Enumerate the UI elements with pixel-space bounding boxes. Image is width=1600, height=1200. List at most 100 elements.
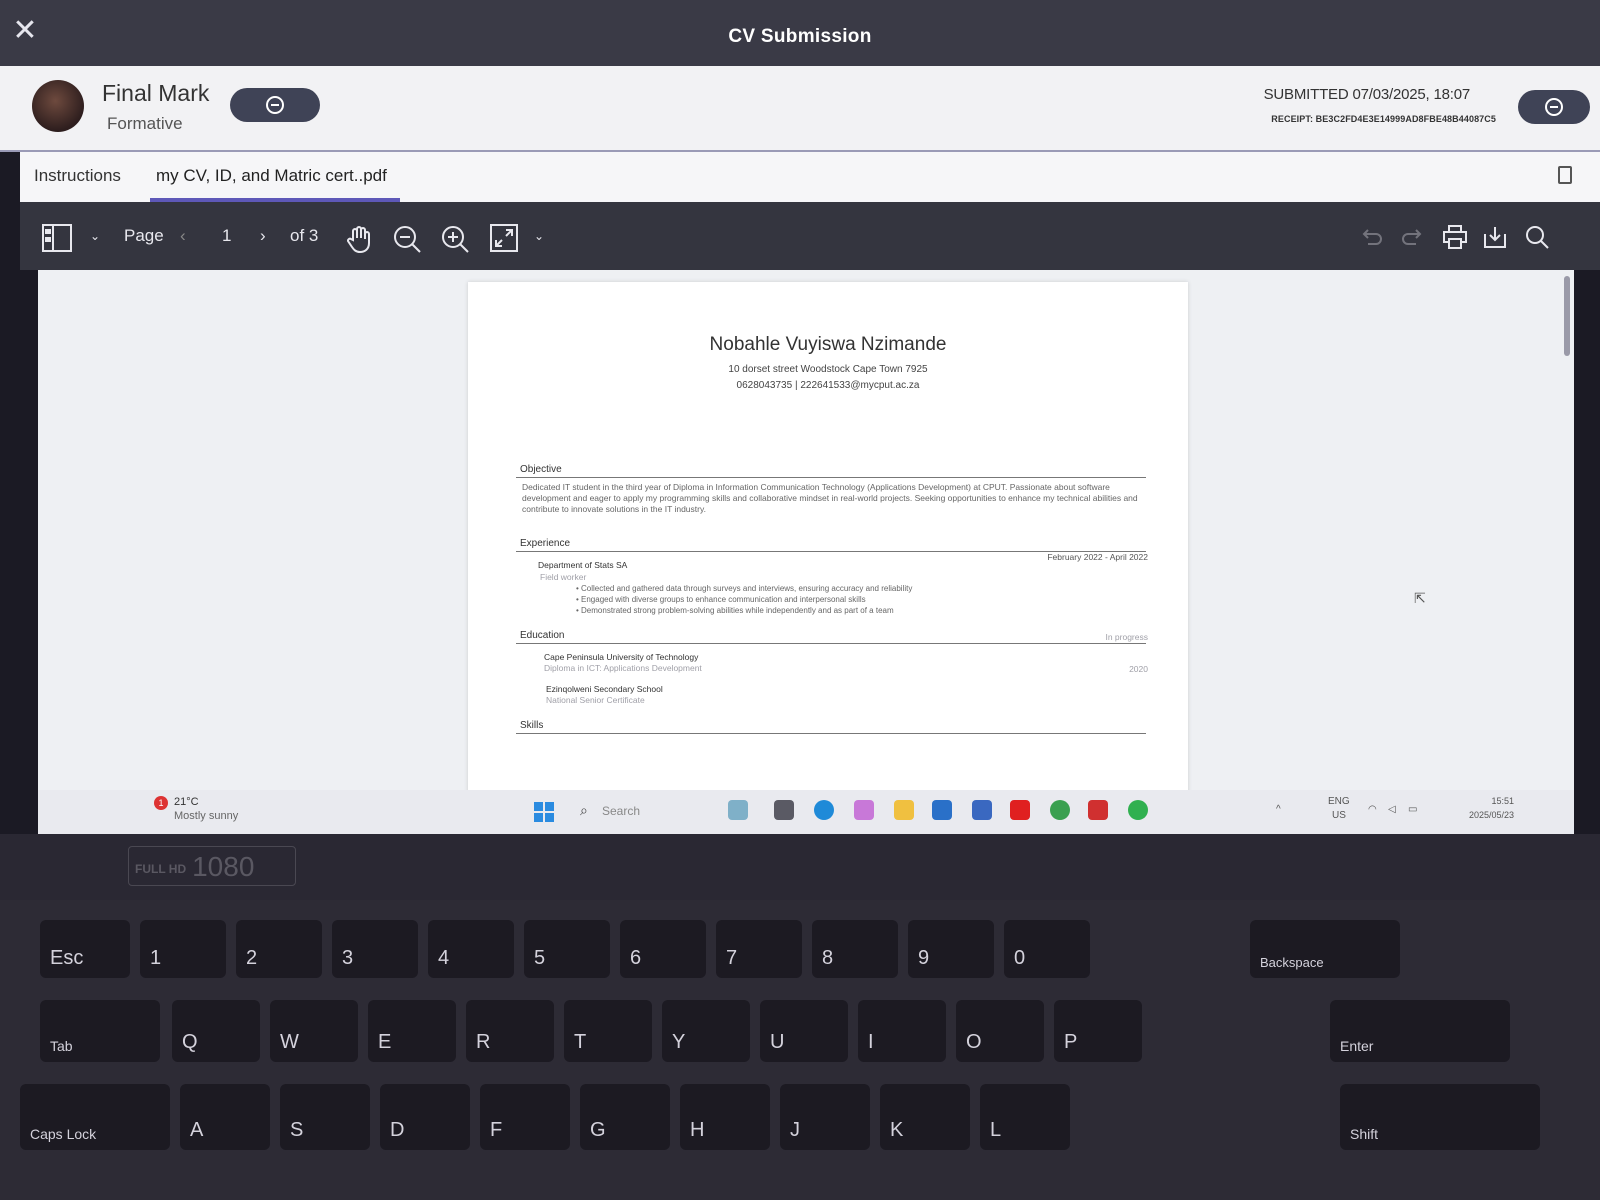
document-viewer[interactable]: Nobahle Vuyiswa Nzimande 10 dorset stree… [38,270,1574,790]
tab-cv-pdf[interactable]: my CV, ID, and Matric cert..pdf [156,166,387,186]
receipt-code: RECEIPT: BE3C2FD4E3E14999AD8FBE48B44087C… [1271,114,1496,124]
page-total: of 3 [290,226,319,245]
collapse-submission-button[interactable] [1518,90,1590,124]
keyboard-key: S [280,1084,370,1150]
keyboard-key: L [980,1084,1070,1150]
youtube-icon[interactable] [1010,800,1030,820]
keyboard-key: 6 [620,920,706,978]
powerpoint-icon[interactable] [1088,800,1108,820]
education-detail: National Senior Certificate [546,695,645,705]
next-page-button[interactable]: › [260,224,266,248]
cv-address: 10 dorset street Woodstock Cape Town 792… [728,364,928,375]
keyboard-key: Shift [1340,1084,1540,1150]
file-explorer-icon[interactable] [894,800,914,820]
window-title: CV Submission [728,26,872,47]
keyboard-key: Esc [40,920,130,978]
avatar [32,80,84,132]
windows-start-icon[interactable] [534,802,554,822]
language-indicator[interactable]: ENG [1328,796,1350,807]
collapse-mark-button[interactable] [230,88,320,122]
taskbar-search-icon[interactable]: ⌕ [580,802,588,819]
copilot-icon[interactable] [854,800,874,820]
title-bar: ✕ CV Submission [0,0,1600,66]
experience-bullet: • Engaged with diverse groups to enhance… [576,595,866,604]
section-divider [516,643,1146,644]
keyboard-key: K [880,1084,970,1150]
laptop-keyboard: Esc 1 2 3 4 5 6 7 8 9 0 Backspace Tab Q … [0,900,1600,1200]
tab-bar: Instructions my CV, ID, and Matric cert.… [20,152,1600,202]
keyboard-key: 5 [524,920,610,978]
edge-browser-icon[interactable] [814,800,834,820]
education-status: 2020 [1129,664,1148,674]
keyboard-key: Tab [40,1000,160,1062]
section-skills-title: Skills [520,720,544,731]
sidebar-dropdown-icon[interactable]: ⌄ [90,224,100,248]
redo-icon[interactable] [1400,224,1424,248]
keyboard-key: Q [172,1000,260,1062]
hand-tool-icon[interactable] [344,224,374,254]
weather-temperature[interactable]: 21°C [174,796,199,808]
chrome-icon[interactable] [1050,800,1070,820]
keyboard-key: E [368,1000,456,1062]
zoom-out-icon[interactable] [392,224,422,254]
experience-bullet: • Demonstrated strong problem-solving ab… [576,606,894,615]
keyboard-key: W [270,1000,358,1062]
tray-chevron-icon[interactable]: ^ [1276,804,1281,815]
store-icon[interactable] [932,800,952,820]
keyboard-key: P [1054,1000,1142,1062]
keyboard-key: 0 [1004,920,1090,978]
keyboard-key: Backspace [1250,920,1400,978]
download-icon[interactable] [1482,224,1508,250]
clock-time[interactable]: 15:51 [1491,796,1514,806]
bookmark-icon[interactable] [1558,166,1572,184]
education-school: Cape Peninsula University of Technology [544,652,699,662]
education-school: Ezinqolweni Secondary School [546,684,663,694]
app-b-icon[interactable] [972,800,992,820]
keyboard-key: J [780,1084,870,1150]
language-region[interactable]: US [1332,810,1346,821]
fit-page-icon[interactable] [490,224,518,252]
section-divider [516,477,1146,478]
page-number-input[interactable]: 1 [222,224,231,248]
education-detail: Diploma in ICT: Applications Development [544,663,702,673]
page-label: Page [124,226,164,245]
previous-page-button[interactable]: ‹ [180,224,186,248]
sidebar-toggle-icon[interactable] [42,224,72,252]
volume-icon[interactable]: ◁ [1388,804,1396,815]
section-objective-title: Objective [520,464,562,475]
keyboard-key: 7 [716,920,802,978]
keyboard-key: F [480,1084,570,1150]
clock-date[interactable]: 2025/05/23 [1469,810,1514,820]
zoom-dropdown-icon[interactable]: ⌄ [534,224,544,248]
cv-name: Nobahle Vuyiswa Nzimande [709,334,947,355]
undo-icon[interactable] [1360,224,1384,248]
keyboard-key: Enter [1330,1000,1510,1062]
print-icon[interactable] [1442,224,1468,250]
search-icon[interactable] [1524,224,1550,250]
education-status: In progress [1105,632,1148,642]
laptop-bezel: FULL HD 1080 [0,834,1600,900]
widgets-icon[interactable] [728,800,748,820]
task-view-icon[interactable] [774,800,794,820]
keyboard-key: 4 [428,920,514,978]
pdf-page: Nobahle Vuyiswa Nzimande 10 dorset stree… [468,282,1188,790]
keyboard-key: G [580,1084,670,1150]
tab-instructions[interactable]: Instructions [34,166,121,186]
section-divider [516,733,1146,734]
battery-icon[interactable]: ▭ [1408,804,1417,815]
viewer-scrollbar[interactable] [1564,276,1570,356]
resolution-label: 1080 [192,851,255,882]
weather-description[interactable]: Mostly sunny [174,810,238,822]
keyboard-key: 3 [332,920,418,978]
keyboard-key: 8 [812,920,898,978]
whatsapp-icon[interactable] [1128,800,1148,820]
keyboard-key: Caps Lock [20,1084,170,1150]
keyboard-key: I [858,1000,946,1062]
experience-dates: February 2022 - April 2022 [1047,552,1148,562]
full-hd-label: FULL HD [135,861,187,876]
wifi-icon[interactable]: ◠ [1368,804,1377,815]
section-experience-title: Experience [520,538,571,549]
zoom-in-icon[interactable] [440,224,470,254]
submitted-timestamp: SUBMITTED 07/03/2025, 18:07 [1263,86,1471,103]
taskbar-search-input[interactable]: Search [602,804,640,818]
